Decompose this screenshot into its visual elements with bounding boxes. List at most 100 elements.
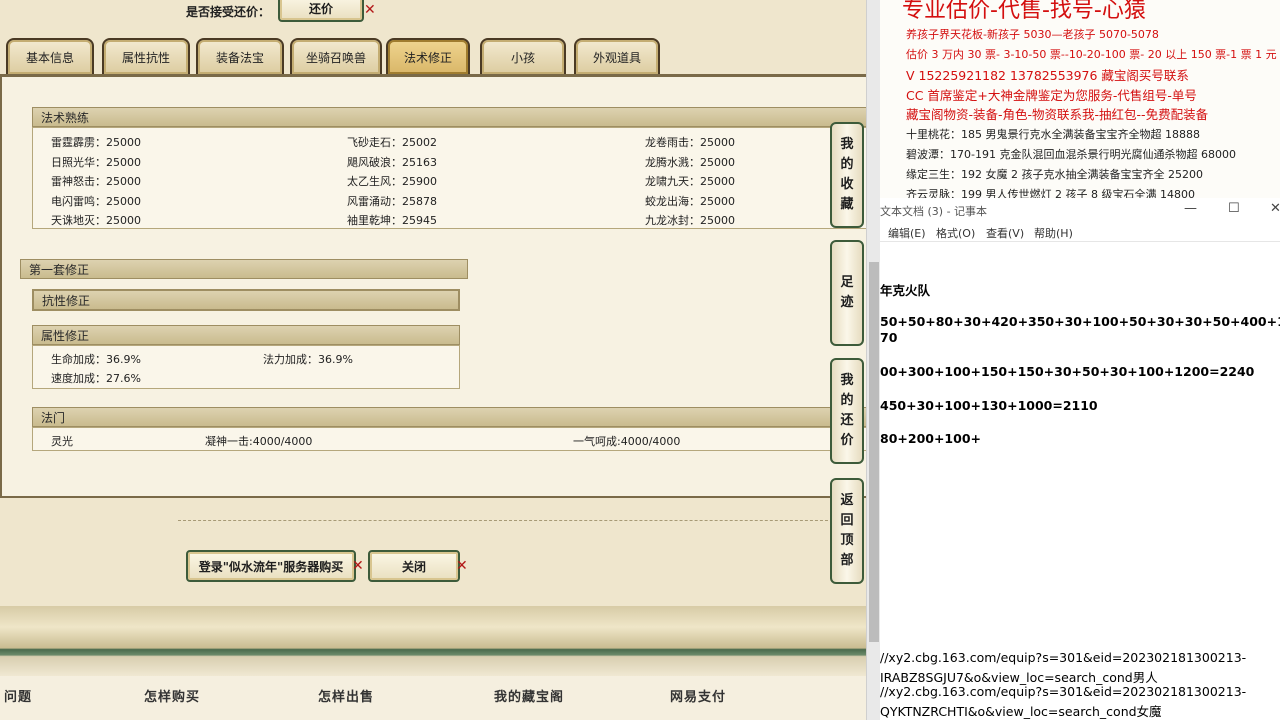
fameng-cell: 灵光 bbox=[51, 435, 73, 448]
spell-cell: 袖里乾坤：25945 bbox=[347, 214, 437, 227]
notepad-menubar: 编辑(E) 格式(O) 查看(V) 帮助(H) bbox=[880, 222, 1280, 242]
menu-format[interactable]: 格式(O) bbox=[936, 225, 975, 241]
side-char: 我 bbox=[840, 137, 854, 152]
side-char: 返 bbox=[840, 493, 854, 508]
menu-view[interactable]: 查看(V) bbox=[986, 225, 1024, 241]
side-char: 价 bbox=[840, 433, 854, 448]
first-set-header: 第一套修正 bbox=[20, 259, 468, 279]
section-title: 法术熟练 bbox=[41, 110, 90, 125]
spell-cell: 天诛地灭：25000 bbox=[51, 214, 141, 227]
minimize-icon[interactable]: — bbox=[1184, 201, 1197, 216]
side-char: 回 bbox=[840, 513, 854, 528]
fameng-cell: 凝神一击:4000/4000 bbox=[205, 435, 313, 448]
footer-nav: 问题 怎样购买 怎样出售 我的藏宝阁 网易支付 bbox=[0, 676, 866, 720]
page-scrollbar[interactable] bbox=[866, 0, 880, 720]
tab-label: 小孩 bbox=[510, 50, 535, 65]
section-title: 抗性修正 bbox=[42, 293, 91, 308]
tab-label: 法术修正 bbox=[403, 50, 452, 65]
spell-mastery-header: 法术熟练 bbox=[32, 107, 866, 127]
side-char: 迹 bbox=[840, 295, 854, 310]
divider bbox=[178, 520, 838, 521]
notepad-titlebar: 文本文档 (3) - 记事本 — ☐ ✕ bbox=[880, 198, 1280, 222]
promo-line: 缘定三生：192 女魔 2 孩子克水抽全满装备宝宝齐全 25200 bbox=[906, 168, 1203, 181]
side-char: 收 bbox=[840, 177, 854, 192]
promo-line: 估价 3 万内 30 票- 3-10-50 票--10-20-100 票- 20… bbox=[906, 48, 1277, 61]
footer-link[interactable]: 怎样购买 bbox=[144, 686, 200, 705]
close-label: 关闭 bbox=[401, 559, 426, 574]
side-char: 藏 bbox=[840, 197, 854, 212]
attr-correction-table: 生命加成：36.9% 法力加成：36.9% 速度加成：27.6% bbox=[32, 345, 460, 389]
my-favorites-button[interactable]: 我 的 收 藏 bbox=[830, 122, 864, 228]
fameng-table: 灵光 凝神一击:4000/4000 一气呵成:4000/4000 bbox=[32, 427, 866, 451]
back-to-top-button[interactable]: 返 回 顶 部 bbox=[830, 478, 864, 584]
side-char: 足 bbox=[840, 275, 854, 290]
tab-appearance[interactable]: 外观道具 bbox=[574, 38, 660, 74]
footer-link[interactable]: 怎样出售 bbox=[318, 686, 374, 705]
spell-cell: 日照光华：25000 bbox=[51, 156, 141, 169]
tab-label: 基本信息 bbox=[25, 50, 74, 65]
decorative-band bbox=[0, 606, 866, 676]
tab-basic-info[interactable]: 基本信息 bbox=[6, 38, 94, 74]
close-button[interactable]: 关闭 bbox=[368, 550, 460, 582]
spell-cell: 龙啸九天：25000 bbox=[645, 175, 735, 188]
cbg-equipment-panel: 是否接受还价： 还价 ✕ 基本信息 属性抗性 装备法宝 坐骑召唤兽 法术修正 小… bbox=[0, 0, 866, 720]
tab-mount-summon[interactable]: 坐骑召唤兽 bbox=[290, 38, 382, 74]
close-x-icon: ✕ bbox=[456, 558, 468, 574]
close-x-icon: ✕ bbox=[352, 558, 364, 574]
spell-cell: 雷霆霹雳：25000 bbox=[51, 136, 141, 149]
spell-cell: 雷神怒击：25000 bbox=[51, 175, 141, 188]
tab-attr-resist[interactable]: 属性抗性 bbox=[102, 38, 190, 74]
scrollbar-thumb[interactable] bbox=[869, 262, 879, 642]
promo-line: 养孩子界天花板-新孩子 5030—老孩子 5070-5078 bbox=[906, 28, 1159, 41]
footer-link[interactable]: 问题 bbox=[4, 686, 32, 705]
url-line: //xy2.cbg.163.com/equip?s=301&eid=202302… bbox=[880, 650, 1247, 665]
promo-line: 碧波潭：170-191 克金队混回血混杀景行明光腐仙通杀物超 68000 bbox=[906, 148, 1236, 161]
close-x-icon: ✕ bbox=[364, 2, 376, 18]
text-line: 80+200+100+ bbox=[880, 431, 982, 446]
tab-label: 装备法宝 bbox=[215, 50, 264, 65]
spell-correction-content: 法术熟练 雷霆霹雳：25000 飞砂走石：25002 龙卷雨击：25000 日照… bbox=[0, 74, 866, 498]
footprint-button[interactable]: 足 迹 bbox=[830, 240, 864, 346]
text-line: 50+50+80+30+420+350+30+100+50+30+30+50+4… bbox=[880, 314, 1280, 329]
side-char: 顶 bbox=[840, 533, 854, 548]
promo-line: CC 首席鉴定+大神金牌鉴定为您服务-代售组号-单号 bbox=[906, 88, 1197, 103]
spell-cell: 九龙冰封：25000 bbox=[645, 214, 735, 227]
url-line: //xy2.cbg.163.com/equip?s=301&eid=202302… bbox=[880, 684, 1247, 699]
spell-cell: 龙腾水溅：25000 bbox=[645, 156, 735, 169]
resist-correction-header: 抗性修正 bbox=[32, 289, 460, 311]
spell-cell: 蛟龙出海：25000 bbox=[645, 195, 735, 208]
footer-link[interactable]: 网易支付 bbox=[670, 686, 726, 705]
menu-help[interactable]: 帮助(H) bbox=[1034, 225, 1073, 241]
menu-edit[interactable]: 编辑(E) bbox=[888, 225, 926, 241]
tab-label: 坐骑召唤兽 bbox=[305, 50, 366, 65]
promo-line: 藏宝阁物资-装备-角色-物资联系我-抽红包--免费配装备 bbox=[906, 107, 1209, 122]
spell-cell: 龙卷雨击：25000 bbox=[645, 136, 735, 149]
spell-cell: 电闪雷鸣：25000 bbox=[51, 195, 141, 208]
tab-spell-correction[interactable]: 法术修正 bbox=[386, 38, 470, 74]
maximize-icon[interactable]: ☐ bbox=[1228, 201, 1240, 216]
tab-equip-treasure[interactable]: 装备法宝 bbox=[196, 38, 284, 74]
tab-label: 属性抗性 bbox=[121, 50, 170, 65]
spell-cell: 太乙生风：25900 bbox=[347, 175, 437, 188]
text-line: 00+300+100+150+150+30+50+30+100+1200=224… bbox=[880, 364, 1255, 379]
notepad-title: 文本文档 (3) - 记事本 bbox=[880, 205, 988, 218]
fameng-cell: 一气呵成:4000/4000 bbox=[573, 435, 681, 448]
login-buy-button[interactable]: 登录"似水流年"服务器购买 bbox=[186, 550, 356, 582]
side-char: 部 bbox=[840, 553, 854, 568]
attr-cell: 速度加成：27.6% bbox=[51, 372, 141, 385]
my-offers-button[interactable]: 我 的 还 价 bbox=[830, 358, 864, 464]
section-title: 法门 bbox=[41, 410, 66, 425]
offer-row: 是否接受还价： 还价 ✕ bbox=[0, 0, 866, 24]
footer-link[interactable]: 我的藏宝阁 bbox=[494, 686, 564, 705]
promo-line: V 15225921182 13782553976 藏宝阁买号联系 bbox=[906, 68, 1189, 83]
promo-line: 十里桃花：185 男鬼景行克水全满装备宝宝齐全物超 18888 bbox=[906, 128, 1200, 141]
text-line: 70 bbox=[880, 330, 898, 345]
tab-child[interactable]: 小孩 bbox=[480, 38, 566, 74]
section-title: 属性修正 bbox=[41, 328, 90, 343]
text-line: 年克火队 bbox=[880, 283, 931, 298]
close-icon[interactable]: ✕ bbox=[1270, 201, 1280, 216]
counter-offer-button[interactable]: 还价 bbox=[278, 0, 364, 22]
offer-label: 是否接受还价： bbox=[186, 5, 271, 19]
counter-offer-label: 还价 bbox=[308, 1, 333, 16]
promo-title: 专业估价-代售-找号-心猿 bbox=[902, 0, 1146, 23]
